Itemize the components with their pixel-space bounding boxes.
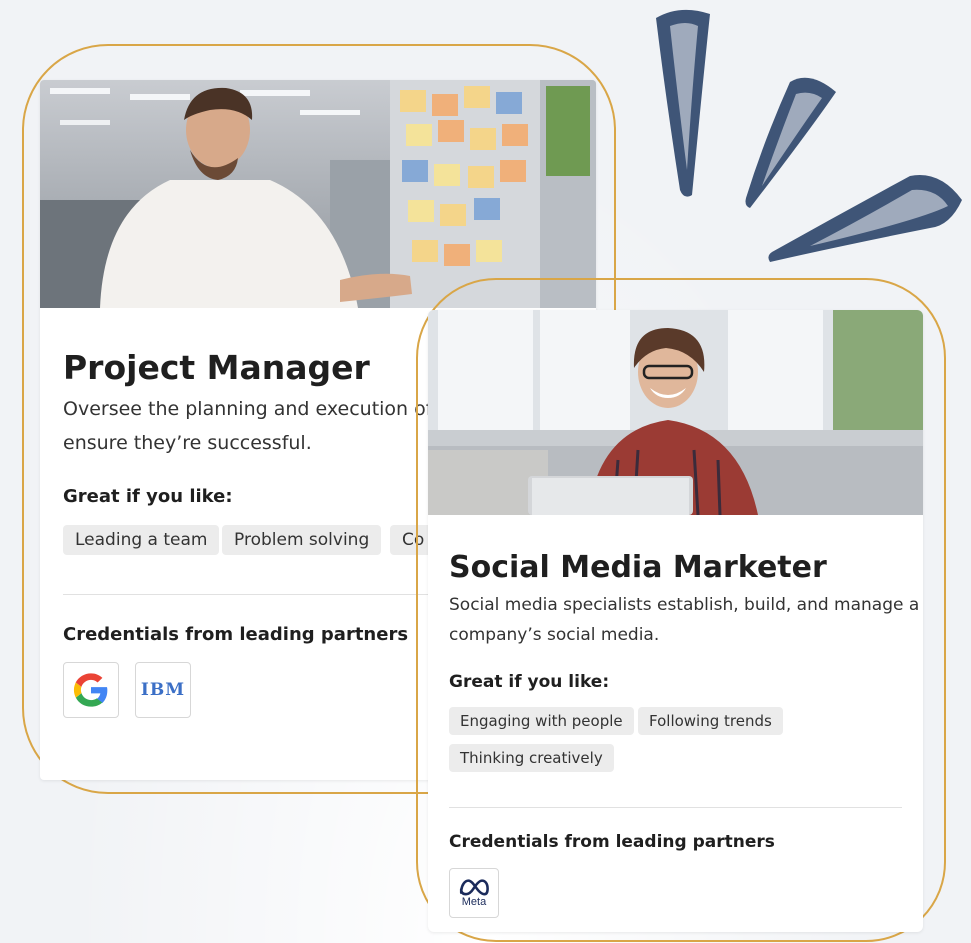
meta-infinity-icon	[459, 879, 489, 896]
decorative-strokes	[656, 9, 962, 262]
meta-logo-icon[interactable]: Meta	[449, 868, 499, 918]
ibm-logo-icon[interactable]: IBM	[135, 662, 191, 718]
great-if-label: Great if you like:	[449, 672, 610, 692]
section-divider	[449, 807, 902, 808]
interest-chip: Following trends	[638, 707, 783, 735]
project-manager-photo	[40, 80, 596, 308]
great-if-label: Great if you like:	[63, 486, 233, 507]
google-logo-icon[interactable]	[63, 662, 119, 718]
interest-chip: Thinking creatively	[449, 744, 614, 772]
card-description: Social media specialists establish, buil…	[449, 590, 919, 650]
social-media-marketer-photo	[428, 310, 923, 515]
card-description-line: Social media specialists establish, buil…	[449, 595, 920, 615]
card-title: Social Media Marketer	[449, 550, 827, 585]
card-description-line: company’s social media.	[449, 625, 660, 645]
interest-chip: Leading a team	[63, 525, 220, 555]
ibm-logo-text: IBM	[140, 680, 186, 700]
interest-chip: Problem solving	[222, 525, 382, 555]
credentials-label: Credentials from leading partners	[449, 832, 775, 852]
social-media-marketer-card[interactable]: Social Media Marketer Social media speci…	[428, 310, 923, 932]
interest-chip: Engaging with people	[449, 707, 634, 735]
meta-logo-text: Meta	[461, 896, 487, 908]
card-title: Project Manager	[63, 348, 370, 387]
credentials-label: Credentials from leading partners	[63, 624, 409, 645]
